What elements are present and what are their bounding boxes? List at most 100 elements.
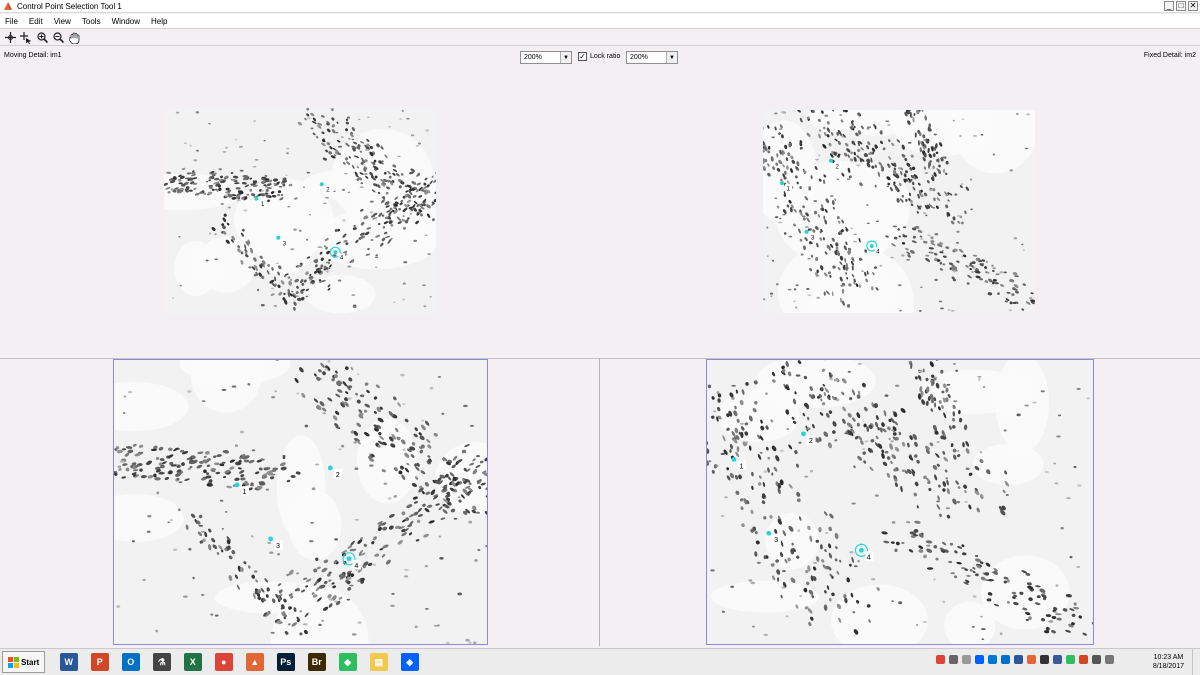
word-icon[interactable]: W xyxy=(55,651,82,674)
control-point-marker-icon xyxy=(869,244,874,249)
tray-outlook-icon[interactable] xyxy=(1001,655,1010,664)
menu-tools[interactable]: Tools xyxy=(82,17,101,26)
cell-nucleus xyxy=(934,376,938,379)
cell-nucleus xyxy=(402,298,405,301)
cell-nucleus xyxy=(710,569,715,572)
start-button[interactable]: Start xyxy=(2,651,46,673)
chevron-down-icon[interactable]: ▼ xyxy=(666,52,677,63)
cell-nucleus xyxy=(341,188,346,192)
powerpoint-icon[interactable]: P xyxy=(86,651,113,674)
tray-app-icon[interactable] xyxy=(1079,655,1088,664)
bridge-icon[interactable]: Br xyxy=(303,651,330,674)
cell-nucleus xyxy=(716,391,720,394)
cell-nucleus xyxy=(354,518,360,521)
menu-file[interactable]: File xyxy=(5,17,18,26)
cell-nucleus xyxy=(224,510,228,513)
matlab-icon[interactable]: ▲ xyxy=(241,651,268,674)
moving-detail-image[interactable]: 1234 xyxy=(164,108,436,314)
chrome-icon[interactable]: ● xyxy=(210,651,237,674)
cell-nucleus xyxy=(325,196,329,199)
evernote-icon[interactable]: ◆ xyxy=(334,651,361,674)
file-explorer-icon-glyph: ▤ xyxy=(369,653,388,671)
tray-onedrive-icon[interactable] xyxy=(988,655,997,664)
cell-nucleus xyxy=(206,472,210,475)
fixed-zoom-select[interactable]: 200% ▼ xyxy=(626,51,678,64)
cell-nucleus xyxy=(953,400,958,403)
close-button[interactable]: ✕ xyxy=(1188,1,1198,11)
tray-volume-icon[interactable] xyxy=(1105,655,1114,664)
cell-nucleus xyxy=(739,422,745,425)
cell-nucleus xyxy=(978,377,981,381)
tray-app-icon[interactable] xyxy=(962,655,971,664)
outlook-icon[interactable]: O xyxy=(117,651,144,674)
cell-nucleus xyxy=(1076,387,1081,390)
tray-dropbox-icon[interactable] xyxy=(975,655,984,664)
lock-ratio-checkbox[interactable]: ✓ Lock ratio xyxy=(578,52,620,61)
cell-nucleus xyxy=(425,607,429,610)
cell-nucleus xyxy=(934,233,939,236)
cell-nucleus xyxy=(290,248,295,251)
file-explorer-icon[interactable]: ▤ xyxy=(365,651,392,674)
checkbox-check-icon[interactable]: ✓ xyxy=(578,52,587,61)
menu-edit[interactable]: Edit xyxy=(29,17,43,26)
excel-icon[interactable]: X xyxy=(179,651,206,674)
minimize-button[interactable]: _ xyxy=(1164,1,1174,11)
tray-app-icon[interactable] xyxy=(1040,655,1049,664)
cell-nucleus xyxy=(837,252,841,256)
tissue-image-fixed-overview[interactable]: 1 2 3 4 xyxy=(707,360,1093,644)
maximize-button[interactable]: □ xyxy=(1176,1,1186,11)
tissue-image-fixed[interactable]: 1234 xyxy=(763,110,1035,313)
zoom-out-icon[interactable] xyxy=(51,31,65,45)
tray-app-icon[interactable] xyxy=(1053,655,1062,664)
tissue-region xyxy=(276,435,326,541)
menu-window[interactable]: Window xyxy=(112,17,140,26)
cell-nucleus xyxy=(311,487,316,491)
moving-overview-image[interactable]: 1 2 3 4 xyxy=(113,359,488,645)
system-tray xyxy=(936,655,1114,664)
zoom-in-icon[interactable] xyxy=(35,31,49,45)
control-point-marker-icon xyxy=(780,181,785,186)
cell-nucleus xyxy=(346,577,352,580)
cell-nucleus xyxy=(771,136,775,139)
cell-nucleus xyxy=(774,216,779,219)
cell-nucleus xyxy=(189,465,193,469)
tray-app-icon[interactable] xyxy=(1066,655,1075,664)
tray-network-icon[interactable] xyxy=(1092,655,1101,664)
tray-app-icon[interactable] xyxy=(949,655,958,664)
microscope-icon-glyph: ⚗ xyxy=(152,653,171,671)
clock[interactable]: 10:23 AM 8/18/2017 xyxy=(1153,653,1184,671)
show-desktop-button[interactable] xyxy=(1192,649,1200,675)
fixed-detail-image[interactable]: 1234 xyxy=(763,110,1035,313)
microscope-icon[interactable]: ⚗ xyxy=(148,651,175,674)
dropbox-icon[interactable]: ◈ xyxy=(396,651,423,674)
chevron-down-icon[interactable]: ▼ xyxy=(560,52,571,63)
cell-nucleus xyxy=(423,305,427,308)
tissue-image-moving-overview[interactable]: 1 2 3 4 xyxy=(114,360,487,644)
pane-divider[interactable] xyxy=(599,358,600,646)
cell-nucleus xyxy=(291,290,294,293)
fixed-zoom-value: 200% xyxy=(630,54,648,61)
cell-nucleus xyxy=(981,628,986,631)
cell-nucleus xyxy=(880,130,883,133)
cell-nucleus xyxy=(947,309,951,311)
cell-nucleus xyxy=(167,521,171,524)
fixed-overview-image[interactable]: 1 2 3 4 xyxy=(706,359,1094,645)
select-point-icon[interactable] xyxy=(19,31,33,45)
tray-app-icon[interactable] xyxy=(1014,655,1023,664)
taskbar: Start W P O ⚗ X ● ▲ Ps Br ◆ ▤ ◈ 10:23 AM 8/18/2017 xyxy=(0,648,1200,675)
cell-nucleus xyxy=(999,271,1004,274)
tray-chrome-icon[interactable] xyxy=(936,655,945,664)
pan-hand-icon[interactable] xyxy=(67,31,81,45)
tray-app-icon[interactable] xyxy=(1027,655,1036,664)
menu-help[interactable]: Help xyxy=(151,17,167,26)
moving-zoom-select[interactable]: 200% ▼ xyxy=(520,51,572,64)
cell-nucleus xyxy=(1069,555,1073,559)
cell-nucleus xyxy=(886,185,890,188)
menu-view[interactable]: View xyxy=(54,17,71,26)
photoshop-icon[interactable]: Ps xyxy=(272,651,299,674)
cell-nucleus xyxy=(942,156,945,159)
tissue-image-moving[interactable]: 1234 xyxy=(164,108,436,314)
add-point-icon[interactable] xyxy=(3,31,17,45)
powerpoint-icon-glyph: P xyxy=(90,653,109,671)
cell-nucleus xyxy=(347,116,350,119)
